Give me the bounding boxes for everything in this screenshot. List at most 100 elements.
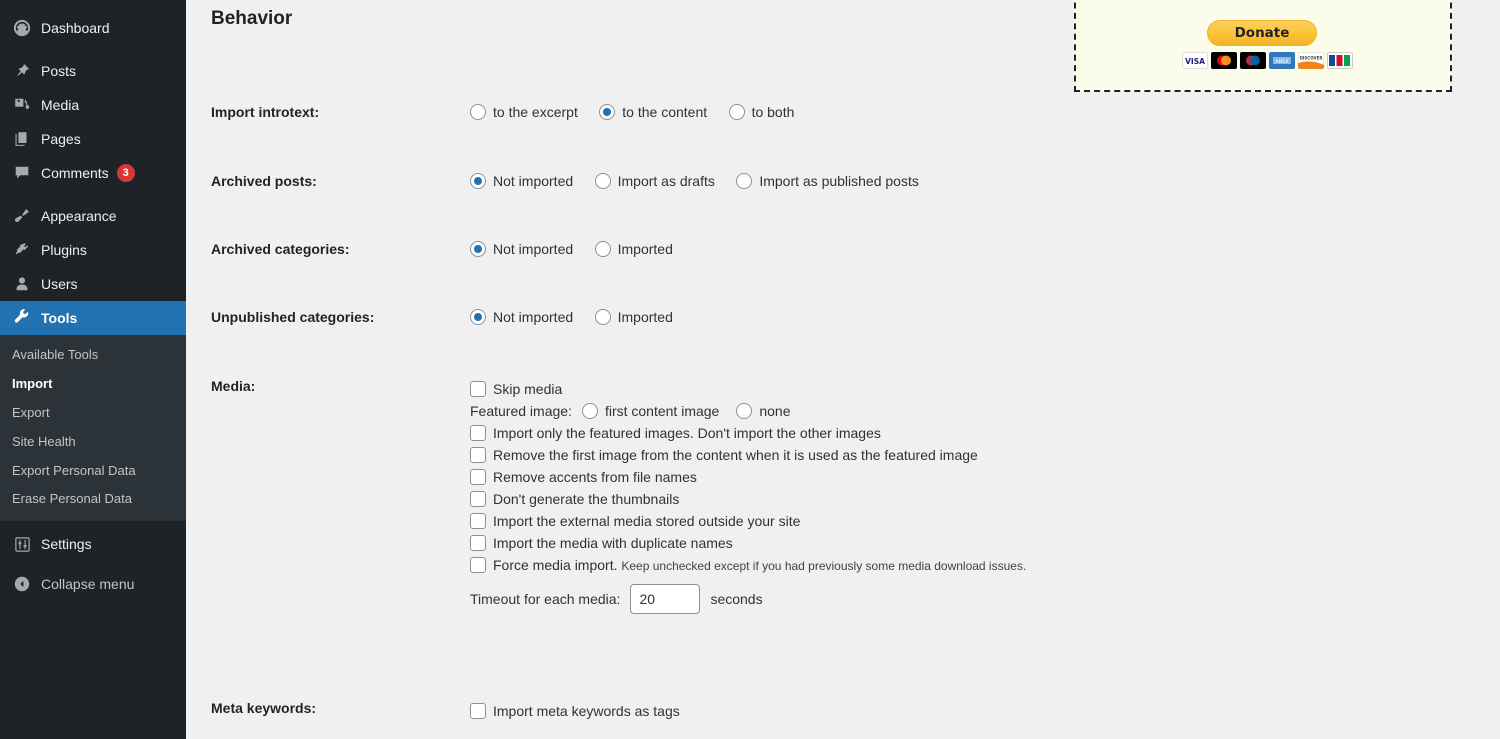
checkbox-line[interactable]: Import the media with duplicate names: [470, 532, 1070, 554]
sidebar-item-label: Posts: [41, 63, 77, 79]
timeout-input[interactable]: [630, 584, 701, 614]
submenu-item-available-tools[interactable]: Available Tools: [0, 341, 186, 370]
sidebar-divider: [0, 45, 186, 54]
checkbox-line[interactable]: Import the external media stored outside…: [470, 510, 1070, 532]
radio-import-as-published-posts[interactable]: [736, 173, 753, 189]
radio-label: Import as published posts: [759, 173, 919, 189]
submenu-item-erase-personal-data[interactable]: Erase Personal Data: [0, 485, 186, 514]
sidebar-item-appearance[interactable]: Appearance: [0, 199, 186, 233]
checkbox-label: Skip media: [493, 381, 563, 397]
row-label: Media:: [211, 378, 256, 394]
radio-option[interactable]: to the excerpt: [470, 104, 578, 120]
radio-option[interactable]: to the content: [599, 104, 707, 120]
checkbox-line[interactable]: Skip media: [470, 378, 1070, 400]
radio-option[interactable]: first content image: [581, 400, 719, 422]
radio-to-the-content[interactable]: [599, 104, 616, 120]
pin-icon: [12, 61, 32, 81]
radio-option[interactable]: Imported: [594, 241, 673, 257]
radio-import-as-drafts[interactable]: [594, 173, 611, 189]
checkbox-label: Import only the featured images. Don't i…: [493, 425, 881, 441]
sidebar-item-dashboard[interactable]: Dashboard: [0, 11, 186, 45]
checkbox-skip-media[interactable]: [470, 381, 486, 397]
sidebar-item-comments[interactable]: Comments 3: [0, 156, 186, 190]
sidebar-item-label: Pages: [41, 131, 81, 147]
checkbox-label: Force media import. Keep unchecked excep…: [493, 554, 1026, 577]
visa-card-icon: VISA: [1182, 52, 1208, 69]
radio-to-both[interactable]: [728, 104, 745, 120]
brush-icon: [12, 206, 32, 226]
donate-button[interactable]: Donate: [1207, 20, 1317, 46]
radio-label: to both: [751, 104, 795, 120]
checkbox-import-external-media[interactable]: [470, 513, 486, 529]
row-fields: Not imported Imported: [470, 241, 1300, 259]
sidebar-item-users[interactable]: Users: [0, 267, 186, 301]
checkbox-line[interactable]: Don't generate the thumbnails: [470, 488, 1070, 510]
submenu-item-export-personal-data[interactable]: Export Personal Data: [0, 457, 186, 486]
radio-option[interactable]: Import as published posts: [736, 173, 919, 189]
radio-option[interactable]: none: [736, 400, 791, 422]
sidebar-divider: [0, 190, 186, 199]
sidebar-item-posts[interactable]: Posts: [0, 54, 186, 88]
dashboard-icon: [12, 18, 32, 38]
svg-text:DISCOVER: DISCOVER: [1300, 56, 1323, 61]
sidebar-item-settings[interactable]: Settings: [0, 527, 186, 561]
radio-unpublished-cat-imported[interactable]: [594, 309, 611, 325]
sidebar-item-label: Dashboard: [41, 20, 110, 36]
sidebar-item-plugins[interactable]: Plugins: [0, 233, 186, 267]
row-label: Unpublished categories:: [211, 309, 375, 325]
sidebar-item-label: Appearance: [41, 208, 117, 224]
checkbox-line[interactable]: Remove the first image from the content …: [470, 444, 1070, 466]
submenu-item-export[interactable]: Export: [0, 399, 186, 428]
radio-label: Imported: [617, 309, 673, 325]
wrench-icon: [12, 308, 32, 328]
submenu-item-site-health[interactable]: Site Health: [0, 428, 186, 457]
checkbox-line[interactable]: Remove accents from file names: [470, 466, 1070, 488]
page-title: Behavior: [211, 8, 293, 29]
row-label: Archived categories:: [211, 241, 350, 257]
settings-icon: [12, 534, 32, 554]
radio-option[interactable]: Not imported: [470, 309, 573, 325]
radio-label: Not imported: [493, 173, 574, 189]
radio-archived-cat-imported[interactable]: [594, 241, 611, 257]
checkbox-import-only-featured[interactable]: [470, 425, 486, 441]
radio-option[interactable]: Import as drafts: [594, 173, 715, 189]
checkbox-no-thumbnails[interactable]: [470, 491, 486, 507]
media-icon: [12, 95, 32, 115]
radio-label: to the excerpt: [493, 104, 578, 120]
sidebar-item-label: Plugins: [41, 242, 87, 258]
radio-not-imported-posts[interactable]: [470, 173, 486, 189]
sidebar-item-media[interactable]: Media: [0, 88, 186, 122]
sidebar-top-menu: Dashboard Posts Media Pages Comments 3 A…: [0, 11, 194, 335]
radio-label: to the content: [622, 104, 708, 120]
amex-card-icon: AMEX: [1269, 52, 1295, 69]
timeout-row: Timeout for each media: seconds: [470, 584, 1070, 614]
checkbox-import-meta-keywords[interactable]: [470, 703, 486, 719]
timeout-unit: seconds: [710, 591, 763, 607]
radio-unpublished-cat-not-imported[interactable]: [470, 309, 486, 325]
checkbox-line[interactable]: Import only the featured images. Don't i…: [470, 422, 1070, 444]
radio-option[interactable]: Not imported: [470, 173, 573, 189]
checkbox-remove-first-image[interactable]: [470, 447, 486, 463]
checkbox-remove-accents[interactable]: [470, 469, 486, 485]
collapse-icon: [12, 574, 32, 594]
checkbox-force-media-import[interactable]: [470, 557, 486, 573]
radio-first-content-image[interactable]: [581, 403, 598, 419]
sidebar-item-pages[interactable]: Pages: [0, 122, 186, 156]
checkbox-line[interactable]: Force media import. Keep unchecked excep…: [470, 554, 1070, 577]
sidebar-item-label: Users: [41, 276, 78, 292]
radio-option[interactable]: Imported: [594, 309, 673, 325]
accepted-cards: VISA AMEX DISCOVER: [1182, 52, 1353, 69]
sidebar-item-collapse-menu[interactable]: Collapse menu: [0, 567, 186, 601]
radio-featured-none[interactable]: [736, 403, 753, 419]
radio-archived-cat-not-imported[interactable]: [470, 241, 486, 257]
checkbox-line[interactable]: Import meta keywords as tags: [470, 700, 1300, 722]
radio-label: Not imported: [493, 309, 574, 325]
radio-label: none: [759, 403, 791, 419]
sidebar-item-tools[interactable]: Tools: [0, 301, 194, 335]
submenu-item-import[interactable]: Import: [0, 370, 186, 399]
discover-card-icon: DISCOVER: [1298, 52, 1324, 69]
radio-option[interactable]: to both: [728, 104, 795, 120]
checkbox-import-duplicate-names[interactable]: [470, 535, 486, 551]
radio-option[interactable]: Not imported: [470, 241, 573, 257]
radio-to-the-excerpt[interactable]: [470, 104, 486, 120]
